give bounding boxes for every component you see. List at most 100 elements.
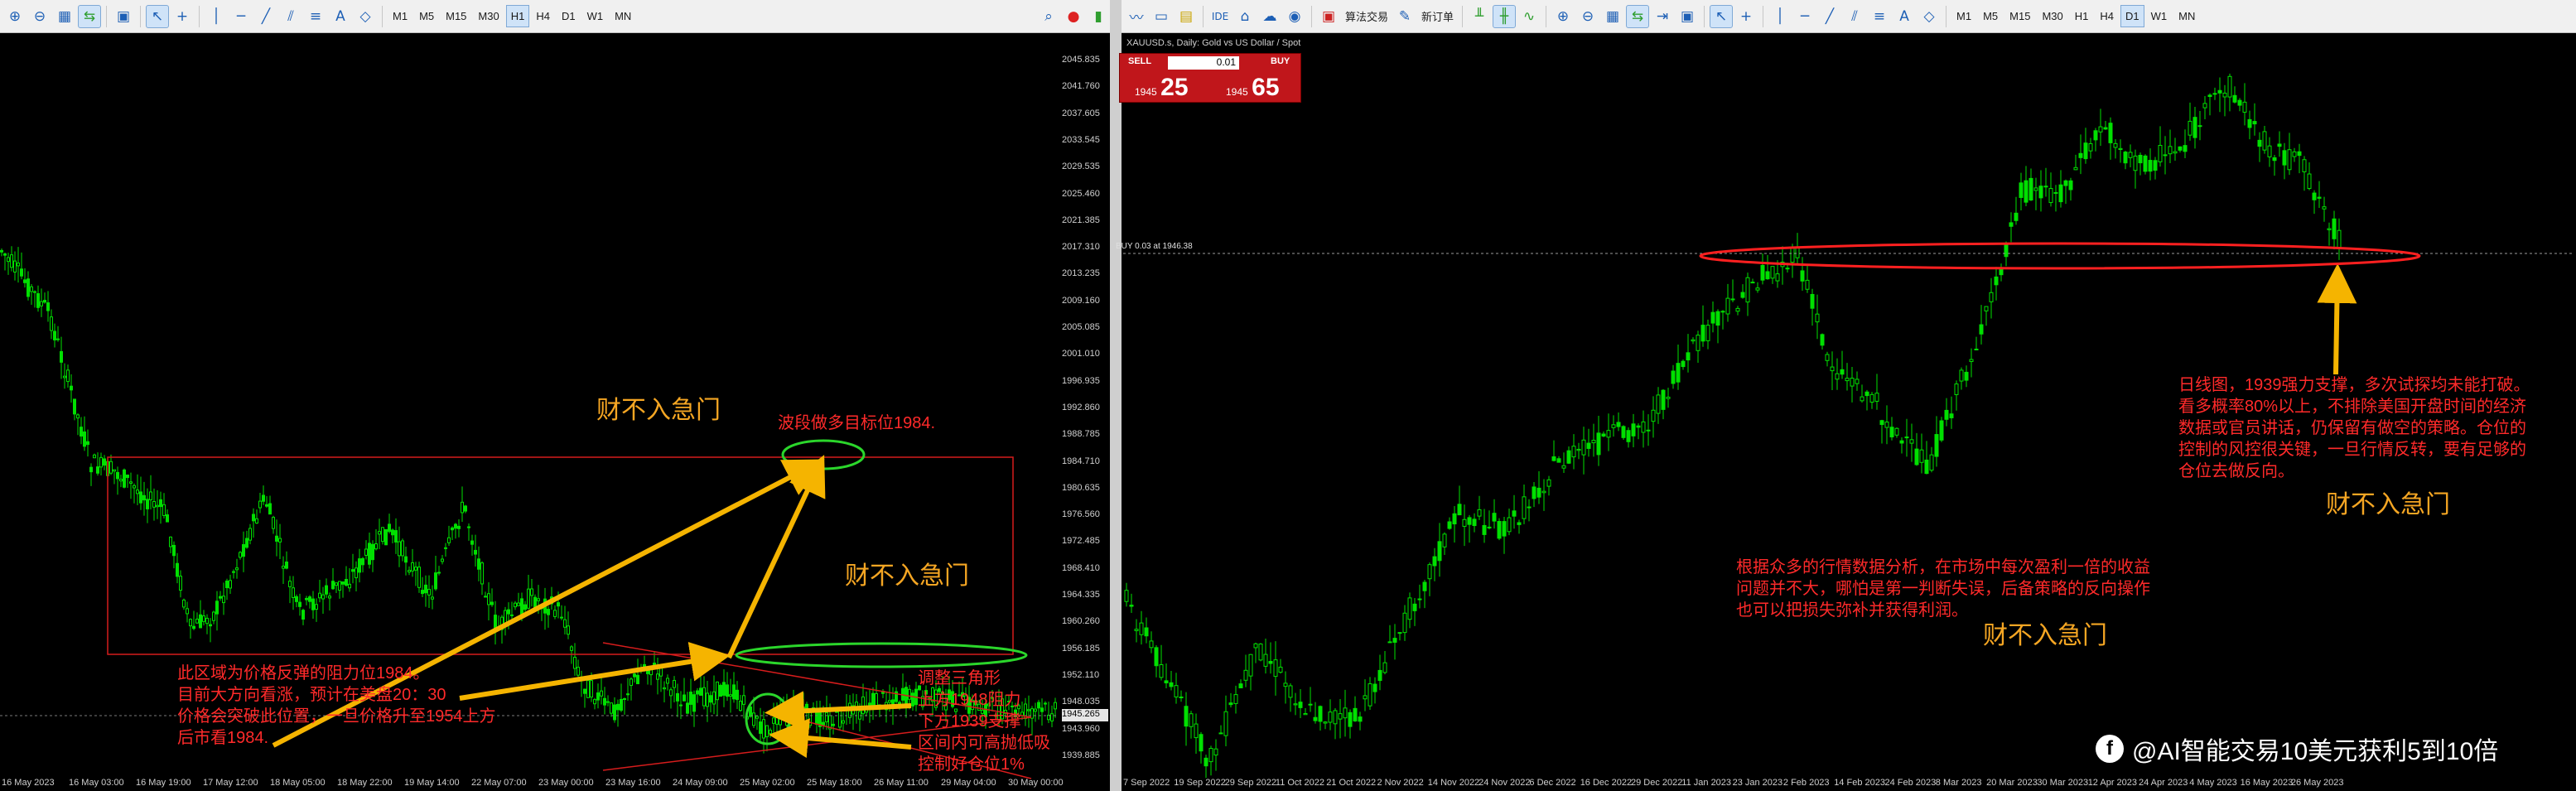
candle-body bbox=[2019, 182, 2024, 198]
candle-body bbox=[2163, 154, 2168, 157]
time-tick-label: 6 Dec 2022 bbox=[1529, 778, 1576, 788]
candle-body bbox=[40, 301, 43, 306]
watermark: f @AI智能交易10美元获利5到10倍 bbox=[2096, 731, 2498, 767]
candle-body bbox=[560, 616, 563, 619]
price-tick-label: 2041.760 bbox=[1062, 81, 1100, 92]
candle-body bbox=[1949, 413, 1954, 418]
resistance-annotation: 此区域为价格反弹的阻力位1984。 目前大方向看涨，预计在美盘20：30 价格会… bbox=[177, 664, 496, 747]
candle-body bbox=[1472, 518, 1477, 527]
candle-body bbox=[1576, 448, 1581, 451]
candle-body bbox=[1288, 685, 1293, 698]
candle-body bbox=[205, 617, 209, 625]
candle-body bbox=[1437, 541, 1442, 562]
candle-body bbox=[2098, 126, 2103, 133]
candle-body bbox=[630, 678, 633, 687]
candle-body bbox=[152, 501, 156, 508]
candle-body bbox=[1840, 369, 1845, 375]
candle-body bbox=[600, 690, 603, 697]
candle-body bbox=[706, 692, 709, 707]
candle-body bbox=[712, 691, 716, 705]
candle-body bbox=[1964, 371, 1969, 381]
candle-body bbox=[527, 588, 530, 609]
price-tick-label: 2033.545 bbox=[1062, 134, 1100, 145]
candle-body bbox=[1745, 277, 1750, 303]
candle-body bbox=[1855, 379, 1860, 384]
candle-body bbox=[1263, 654, 1268, 667]
candle-body bbox=[229, 580, 232, 589]
sell-price[interactable]: 1945 25 bbox=[1135, 74, 1189, 102]
candle-body bbox=[1303, 713, 1308, 716]
candle-body bbox=[116, 471, 119, 480]
candle-body bbox=[1631, 423, 1636, 436]
candle-body bbox=[1830, 366, 1835, 372]
price-tick-label: 1980.635 bbox=[1062, 482, 1100, 493]
candle-body bbox=[1879, 420, 1884, 426]
candle-body bbox=[186, 608, 189, 615]
candle-body bbox=[2033, 187, 2038, 191]
candle-body bbox=[1621, 426, 1626, 438]
lot-size-input[interactable]: 0.01 bbox=[1168, 56, 1239, 70]
candle-body bbox=[1228, 702, 1233, 706]
buy-price[interactable]: 1945 65 bbox=[1226, 74, 1280, 102]
candle-body bbox=[2028, 177, 2033, 200]
candle-body bbox=[484, 596, 487, 598]
candle-body bbox=[1333, 710, 1338, 725]
candle-body bbox=[1944, 409, 1949, 420]
candle-body bbox=[1343, 707, 1348, 719]
candle-body bbox=[1308, 703, 1313, 706]
candle-body bbox=[2118, 147, 2123, 150]
candle-body bbox=[1258, 644, 1263, 661]
candle-body bbox=[245, 538, 248, 548]
sell-price-prefix: 1945 bbox=[1135, 86, 1157, 98]
candle-body bbox=[2337, 229, 2342, 248]
candle-body bbox=[1522, 496, 1527, 519]
candle-body bbox=[759, 721, 762, 734]
price-tick-label: 1972.485 bbox=[1062, 536, 1100, 547]
candle-body bbox=[388, 523, 391, 533]
candle-body bbox=[381, 527, 384, 543]
candle-body bbox=[1596, 432, 1601, 456]
candle-body bbox=[769, 730, 772, 735]
candle-body bbox=[166, 514, 169, 523]
candle-body bbox=[1412, 603, 1417, 611]
candle-body bbox=[123, 469, 126, 488]
candle-body bbox=[252, 514, 255, 522]
candle-body bbox=[96, 466, 99, 474]
candle-body bbox=[70, 385, 73, 391]
price-tick-label: 2037.605 bbox=[1062, 108, 1100, 118]
candle-body bbox=[679, 704, 683, 707]
candle-body bbox=[2197, 125, 2202, 128]
candle-body bbox=[398, 541, 401, 557]
candle-body bbox=[1432, 556, 1437, 567]
candle-body bbox=[762, 719, 765, 739]
candle-body bbox=[2237, 99, 2242, 106]
candle-body bbox=[1889, 427, 1894, 438]
candle-body bbox=[2123, 152, 2128, 164]
candle-body bbox=[1641, 421, 1646, 433]
candle-body bbox=[1954, 383, 1959, 395]
candle-body bbox=[1492, 513, 1497, 522]
candle-body bbox=[490, 601, 494, 605]
buy-button[interactable]: BUY bbox=[1271, 56, 1290, 66]
sell-button[interactable]: SELL bbox=[1128, 56, 1151, 66]
price-tick-label: 2017.310 bbox=[1062, 242, 1100, 253]
buy-price-prefix: 1945 bbox=[1226, 86, 1248, 98]
candle-body bbox=[371, 543, 374, 561]
candle-body bbox=[1735, 307, 1740, 312]
candle-body bbox=[308, 596, 311, 602]
candle-body bbox=[219, 596, 222, 599]
candle-body bbox=[1248, 654, 1253, 677]
candle-body bbox=[434, 572, 437, 590]
candle-body bbox=[726, 684, 729, 697]
candle-body bbox=[2247, 118, 2252, 128]
candle-body bbox=[1223, 711, 1228, 736]
candle-body bbox=[361, 557, 364, 566]
candle-body bbox=[2192, 117, 2197, 138]
candle-body bbox=[427, 588, 431, 596]
candle-body bbox=[613, 704, 616, 721]
price-tick-label: 2013.235 bbox=[1062, 268, 1100, 279]
candle-body bbox=[1293, 703, 1298, 706]
time-tick-label: 21 Oct 2022 bbox=[1326, 778, 1377, 788]
candle-body bbox=[384, 528, 388, 546]
time-tick-label: 23 May 00:00 bbox=[538, 778, 594, 788]
